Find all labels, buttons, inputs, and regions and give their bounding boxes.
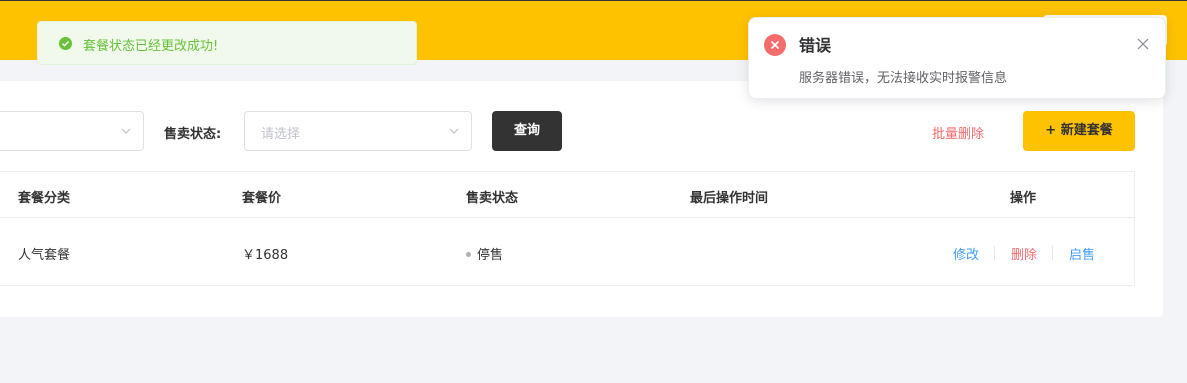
success-toast: 套餐状态已经更改成功!	[37, 21, 417, 65]
category-select[interactable]	[0, 111, 144, 151]
table-row: 人气套餐 ￥1688 停售 修改 删除 启售	[0, 218, 1134, 286]
header-category: 套餐分类	[18, 191, 71, 206]
table-header: 套餐分类 套餐价 售卖状态 最后操作时间 操作	[0, 172, 1134, 218]
action-divider	[994, 246, 995, 260]
package-table: 套餐分类 套餐价 售卖状态 最后操作时间 操作 人气套餐 ￥1688 停售 修改…	[0, 171, 1135, 286]
header-actions: 操作	[1010, 191, 1037, 206]
header-status: 售卖状态	[466, 191, 519, 206]
error-notification: 错误 服务器错误，无法接收实时报警信息	[748, 17, 1166, 99]
notification-title: 错误	[799, 36, 832, 55]
cell-category: 人气套餐	[18, 248, 71, 263]
status-select-placeholder: 请选择	[261, 127, 301, 142]
batch-delete-link[interactable]: 批量删除	[932, 123, 984, 142]
chevron-down-icon	[449, 128, 459, 134]
cell-status: 停售	[466, 244, 503, 263]
notification-message: 服务器错误，无法接收实时报警信息	[799, 71, 1008, 86]
status-dot-icon	[466, 252, 471, 257]
success-toast-message: 套餐状态已经更改成功!	[83, 39, 219, 54]
new-package-button[interactable]: + 新建套餐	[1023, 111, 1135, 151]
status-filter-label: 售卖状态:	[164, 127, 222, 142]
success-check-icon	[59, 37, 72, 50]
header-last-modified: 最后操作时间	[690, 191, 769, 206]
delete-link[interactable]: 删除	[1011, 244, 1037, 263]
action-divider	[1052, 246, 1053, 260]
query-button[interactable]: 查询	[492, 111, 562, 151]
cell-price: ￥1688	[242, 248, 289, 263]
enable-sale-link[interactable]: 启售	[1069, 244, 1095, 263]
edit-link[interactable]: 修改	[953, 244, 979, 263]
header-price: 套餐价	[242, 191, 282, 206]
chevron-down-icon	[121, 128, 131, 134]
error-icon	[764, 34, 786, 56]
close-icon[interactable]	[1137, 38, 1149, 50]
status-text: 停售	[477, 248, 504, 263]
status-select[interactable]: 请选择	[244, 111, 472, 151]
